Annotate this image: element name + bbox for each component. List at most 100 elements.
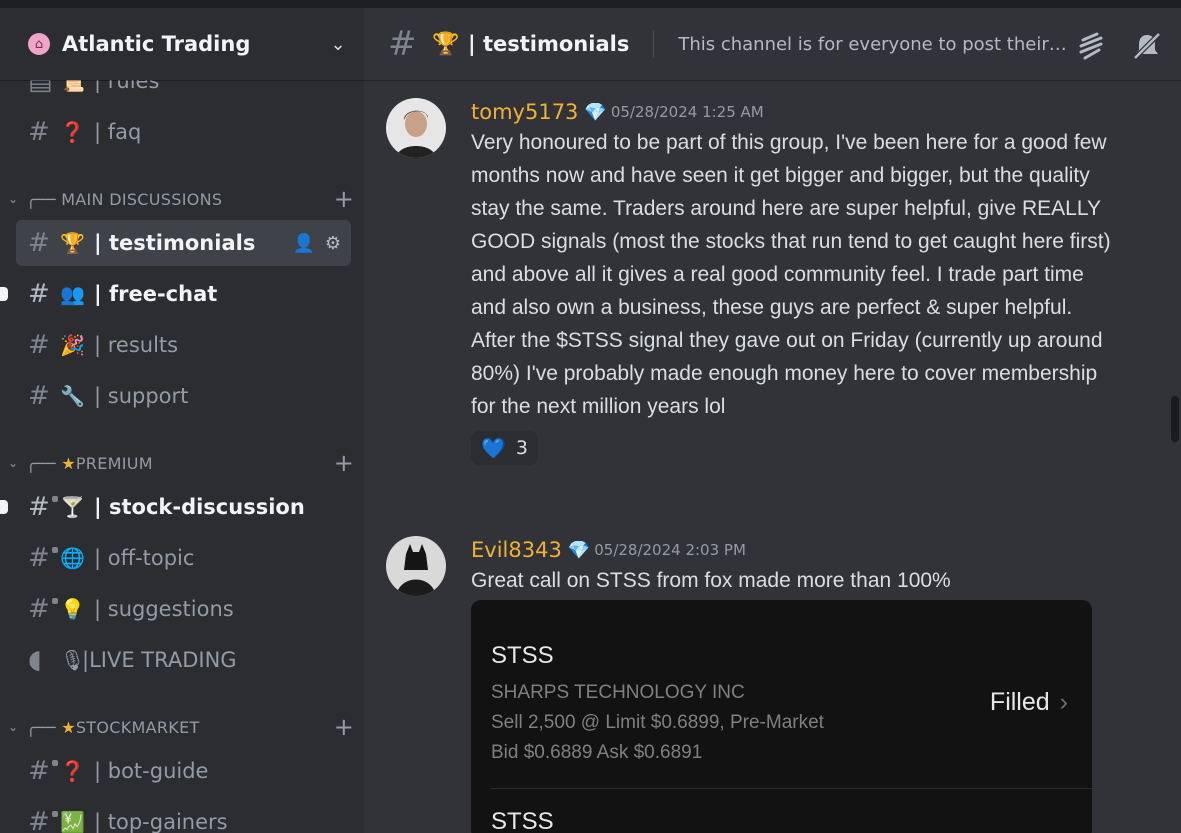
channel-label: | off-topic: [94, 546, 195, 570]
chevron-down-icon[interactable]: ⌄: [328, 34, 348, 55]
blue-heart-icon: 💙: [481, 436, 506, 460]
channel-label: | free-chat: [94, 282, 218, 306]
add-channel-button[interactable]: +: [324, 449, 364, 477]
channel-title: | testimonials: [468, 32, 630, 56]
channel-label: | top-gainers: [94, 810, 228, 833]
channel-label: | suggestions: [94, 597, 234, 621]
message-text: Great call on STSS from fox made more th…: [471, 569, 951, 592]
channel-testimonials[interactable]: # 🏆 | testimonials 👤 ⚙: [16, 220, 351, 266]
channel-live-trading[interactable]: ◖ 🎙 |LIVE TRADING: [16, 637, 351, 683]
channel-emoji: 💡: [60, 597, 85, 621]
star-icon: ★: [61, 453, 76, 473]
channel-topic[interactable]: This channel is for everyone to post the…: [678, 34, 1068, 55]
status-label: Filled: [989, 688, 1050, 716]
diamond-badge-icon: 💎: [584, 101, 607, 123]
channel-sidebar: ⌂ Atlantic Trading ⌄ ▤ 📜 | rules # ❓ | f…: [0, 0, 364, 833]
hash-icon: #: [28, 330, 50, 360]
channel-label: |LIVE TRADING: [82, 648, 237, 672]
channel-top-gainers[interactable]: # 💹 | top-gainers: [16, 799, 351, 833]
add-channel-button[interactable]: +: [324, 185, 364, 213]
channel-off-topic[interactable]: # 🌐 | off-topic: [16, 535, 351, 581]
avatar[interactable]: [386, 536, 446, 596]
add-channel-button[interactable]: +: [324, 713, 364, 741]
channel-label: | testimonials: [94, 231, 256, 255]
chevron-down-icon: ⌄: [8, 720, 19, 734]
window-top-strip: [0, 0, 1181, 8]
channel-bot-guide[interactable]: # ❓ | bot-guide: [16, 748, 351, 794]
channel-results[interactable]: # 🎉 | results: [16, 322, 351, 368]
star-icon: ★: [61, 717, 76, 737]
channel-emoji: 🔧: [60, 384, 85, 408]
category-line-icon: ╭──: [26, 717, 62, 737]
channel-emoji: 🏆: [60, 231, 85, 255]
channel-emoji: 🏆: [432, 31, 460, 57]
channel-emoji: ❓: [60, 759, 85, 783]
header-divider: [653, 31, 655, 57]
channel-emoji: 🎉: [60, 333, 85, 357]
username[interactable]: tomy5173: [471, 100, 578, 124]
category-line-icon: ╭──: [26, 453, 62, 473]
threads-icon[interactable]: [1075, 30, 1107, 62]
chat-area: # 🏆 | testimonials This channel is for e…: [364, 0, 1181, 833]
channel-label: | stock-discussion: [94, 495, 305, 519]
scrollbar-thumb[interactable]: [1171, 396, 1179, 442]
stock-symbol: STSS: [491, 642, 554, 669]
channel-emoji: 💹: [60, 810, 85, 833]
category-name: MAIN DISCUSSIONS: [61, 189, 223, 209]
hash-icon: #: [28, 228, 50, 258]
server-header[interactable]: ⌂ Atlantic Trading ⌄: [0, 8, 364, 80]
locked-hash-icon: #: [28, 543, 60, 573]
unread-indicator: [0, 287, 8, 301]
stage-channel-icon: ◖: [28, 645, 42, 675]
house-icon: ⌂: [28, 33, 50, 55]
hash-icon: #: [28, 279, 50, 309]
category-premium[interactable]: ⌄ ╭── ★PREMIUM +: [0, 448, 364, 478]
unread-indicator: [0, 500, 8, 514]
divider: [491, 788, 1092, 789]
message-text: Very honoured to be part of this group, …: [471, 131, 1111, 418]
reaction-count: 3: [515, 437, 528, 459]
channel-faq[interactable]: # ❓ | faq: [16, 109, 351, 155]
chevron-right-icon: ›: [1059, 688, 1068, 716]
locked-hash-icon: #: [28, 594, 60, 624]
channel-emoji: ❓: [60, 120, 85, 144]
image-attachment[interactable]: STSS SHARPS TECHNOLOGY INC Sell 2,500 @ …: [471, 600, 1092, 833]
channel-free-chat[interactable]: # 👥 | free-chat: [0, 271, 351, 317]
diamond-badge-icon: 💎: [567, 539, 591, 561]
category-stockmarket[interactable]: ⌄ ╭── ★STOCKMARKET +: [0, 712, 364, 742]
timestamp: 05/28/2024 1:25 AM: [610, 103, 764, 121]
server-name: Atlantic Trading: [62, 32, 251, 56]
channel-label: | bot-guide: [94, 759, 209, 783]
channel-label: | faq: [94, 120, 142, 144]
hash-icon: #: [28, 117, 50, 147]
channel-emoji: 👥: [60, 282, 85, 306]
category-name: STOCKMARKET: [75, 717, 200, 737]
stock-symbol: STSS: [491, 808, 554, 833]
order-status: Filled ›: [990, 688, 1068, 717]
reaction-button[interactable]: 💙 3: [471, 431, 538, 465]
category-name: PREMIUM: [75, 453, 153, 473]
hash-icon: #: [388, 24, 417, 64]
username[interactable]: Evil8343: [471, 538, 562, 562]
muted-bell-icon[interactable]: [1131, 30, 1163, 62]
gear-icon[interactable]: ⚙: [325, 233, 341, 254]
channel-emoji: 🍸: [60, 495, 85, 519]
chevron-down-icon: ⌄: [8, 192, 19, 206]
hash-icon: #: [28, 381, 50, 411]
avatar[interactable]: [386, 98, 446, 158]
locked-hash-icon: #: [28, 492, 60, 522]
bid-ask: Bid $0.6889 Ask $0.6891: [491, 742, 703, 763]
locked-hash-icon: #: [28, 756, 60, 786]
chevron-down-icon: ⌄: [8, 456, 19, 470]
channel-suggestions[interactable]: # 💡 | suggestions: [16, 586, 351, 632]
channel-stock-discussion[interactable]: # 🍸 | stock-discussion: [0, 484, 351, 530]
channel-label: | results: [94, 333, 179, 357]
invite-icon[interactable]: 👤: [292, 233, 314, 254]
channel-label: | support: [94, 384, 189, 408]
channel-emoji: 🎙: [60, 648, 86, 672]
channel-support[interactable]: # 🔧 | support: [16, 373, 351, 419]
channel-emoji: 🌐: [60, 546, 85, 570]
channel-header: # 🏆 | testimonials This channel is for e…: [364, 8, 1181, 80]
order-details: Sell 2,500 @ Limit $0.6899, Pre-Market: [491, 712, 824, 733]
category-main-discussions[interactable]: ⌄ ╭── MAIN DISCUSSIONS +: [0, 184, 364, 214]
